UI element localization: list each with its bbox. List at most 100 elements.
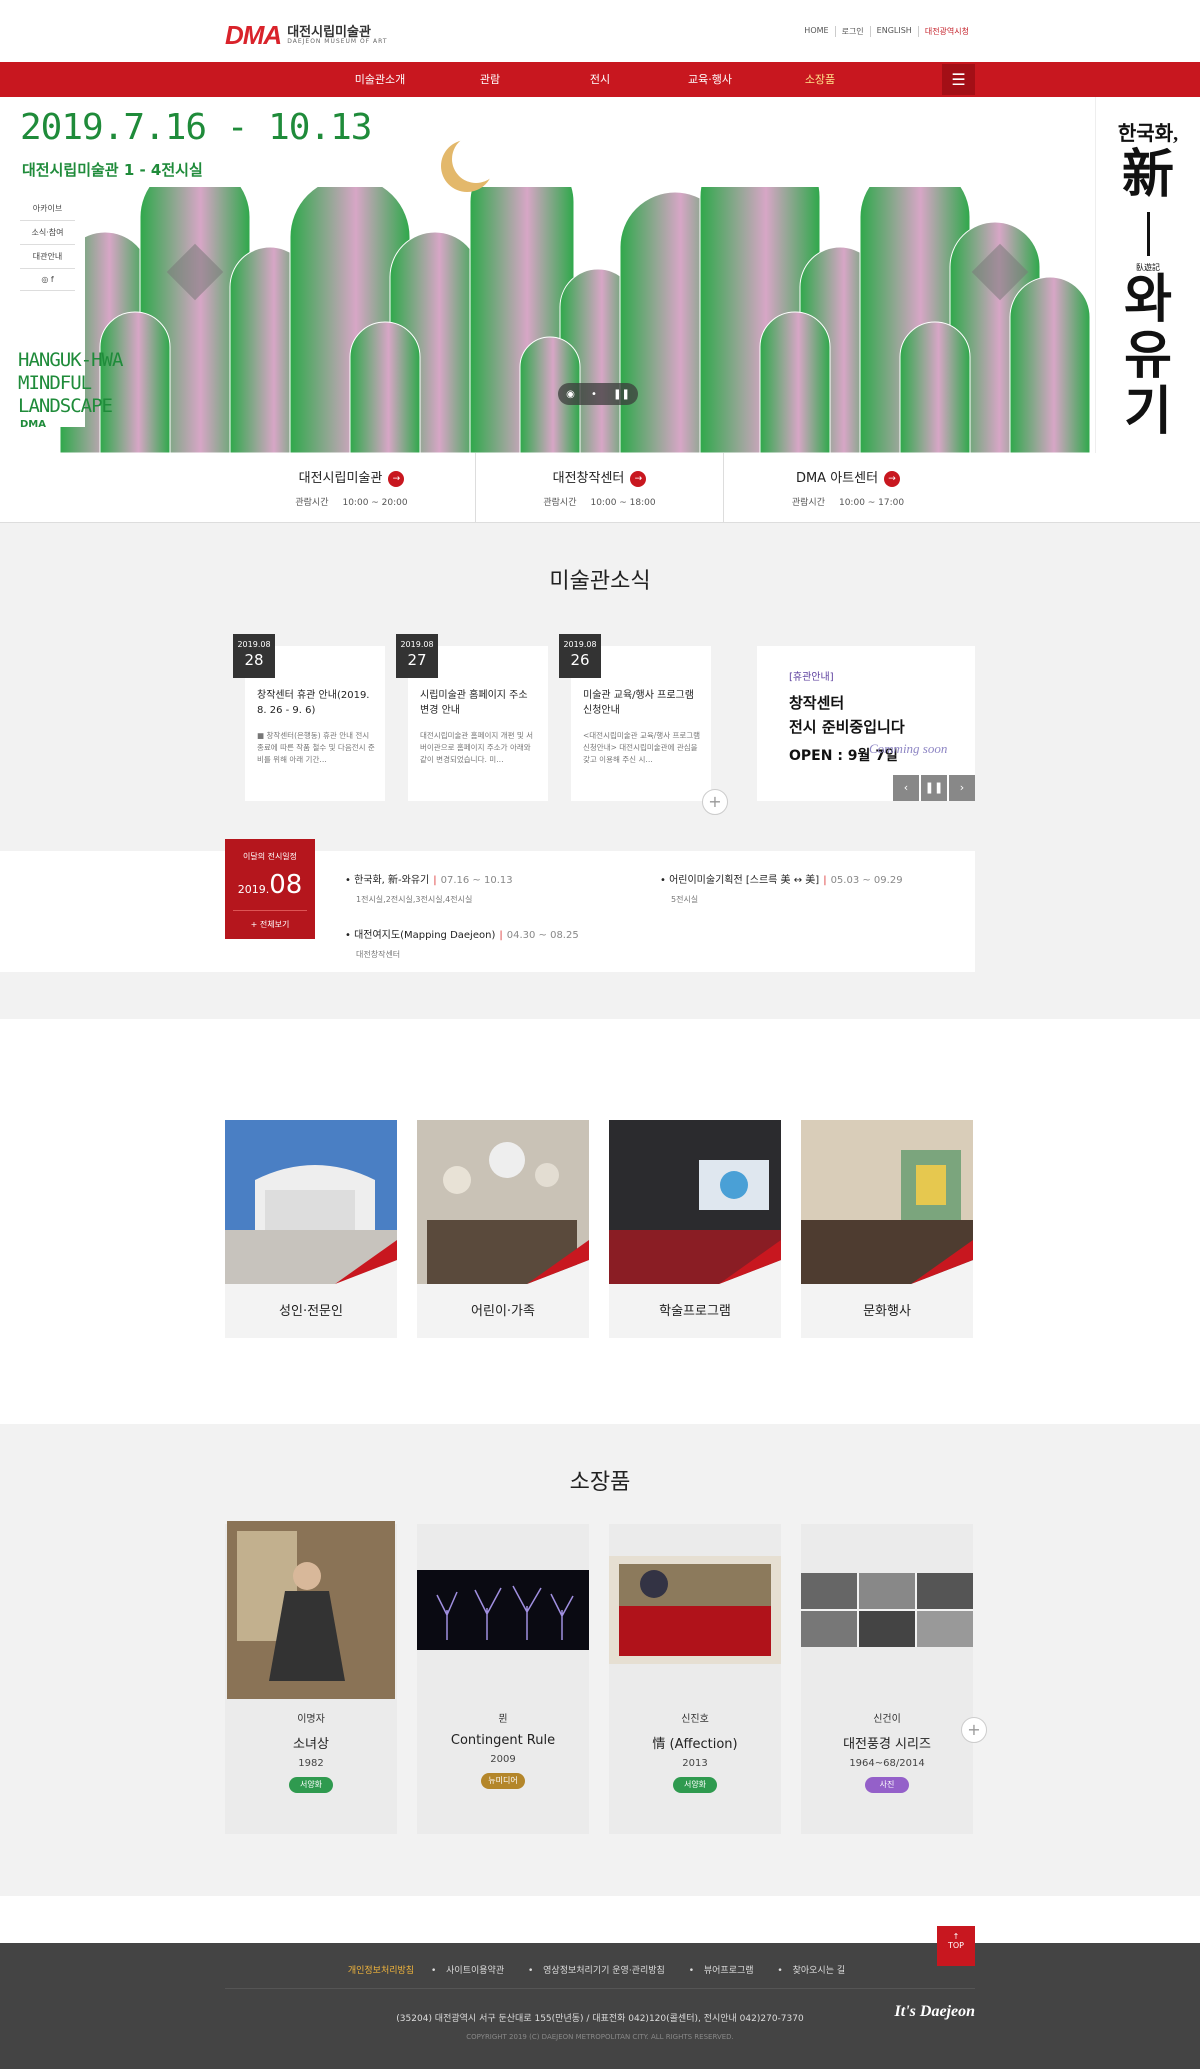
hero-date: 2019.7.16 - 10.13: [20, 107, 372, 148]
instagram-icon[interactable]: ◎: [41, 275, 48, 284]
news-card[interactable]: 2019.08 28 창작센터 휴관 안내(2019. 8. 26 - 9. 6)…: [233, 634, 385, 801]
program-label: 어린이·가족: [471, 1304, 535, 1319]
program-card[interactable]: 문화행사: [801, 1120, 973, 1338]
collection-year: 2009: [490, 1754, 516, 1765]
logo-mark: DMA: [225, 20, 282, 50]
hero-english-title: HANGUK-HWA MINDFUL LANDSCAPE: [18, 349, 123, 417]
footer-copyright: COPYRIGHT 2019 (C) DAEJEON METROPOLITAN …: [466, 2033, 734, 2041]
pause-icon[interactable]: ❚❚: [613, 389, 630, 400]
nav-item-collection[interactable]: 소장품: [765, 62, 875, 97]
collection-card[interactable]: 이명자 소녀상 1982 서양화: [225, 1521, 397, 1834]
scroll-top-button[interactable]: ↑ TOP: [937, 1926, 975, 1966]
collection-work-title: 대전풍경 시리즈: [843, 1737, 931, 1752]
util-home-link[interactable]: HOME: [798, 26, 834, 37]
program-label: 학술프로그램: [659, 1304, 731, 1319]
arrow-right-icon[interactable]: →: [884, 470, 901, 487]
pause-icon[interactable]: ❚❚: [921, 775, 947, 801]
hero-dma-mark: DMA: [20, 419, 46, 430]
chevron-right-icon[interactable]: ›: [949, 775, 975, 801]
news-date: 2019.08 27: [396, 634, 438, 678]
news-more-plus-icon[interactable]: +: [702, 789, 728, 815]
venue-museum[interactable]: 대전시립미술관 → 관람시간 10:00 ~ 20:00: [228, 453, 476, 522]
hero-place: 대전시립미술관 1 - 4전시실: [22, 161, 203, 179]
its-daejeon-logo: It's Daejeon: [894, 2003, 975, 2020]
venue-creation-center[interactable]: 대전창작센터 → 관람시간 10:00 ~ 18:00: [476, 453, 724, 522]
program-section: 성인·전문인 어린이·가족 학술프로그램 문화행사: [0, 1019, 1200, 1424]
footer-link-viewer[interactable]: • 뷰어프로그램: [689, 1966, 761, 1976]
artwork-image: [227, 1521, 395, 1699]
collection-artist: 뮌: [498, 1714, 508, 1725]
nav-item-education[interactable]: 교육·행사: [655, 62, 765, 97]
footer-address: (35204) 대전광역시 서구 둔산대로 155(만년동) / 대표전화 04…: [396, 2014, 804, 2024]
collection-work-title: 소녀상: [293, 1737, 329, 1752]
arrow-right-icon[interactable]: →: [388, 470, 405, 487]
hero-banner: 2019.7.16 - 10.13 대전시립미술관 1 - 4전시실 아카이브 …: [0, 97, 1200, 453]
collection-year: 1964~68/2014: [849, 1758, 925, 1769]
hero-hills-illustration: [59, 187, 1091, 453]
notice-script-text: Comming soon: [869, 741, 948, 756]
news-card-title: 미술관 교육/행사 프로그램 신청안내: [583, 690, 694, 716]
news-section: 미술관소식 2019.08 28 창작센터 휴관 안내(2019. 8. 26 -…: [0, 523, 1200, 1019]
collection-artist: 신건이: [873, 1714, 901, 1725]
program-card[interactable]: 성인·전문인: [225, 1120, 397, 1338]
collection-year: 2013: [682, 1758, 708, 1769]
footer-link-directions[interactable]: • 찾아오시는 길: [777, 1966, 852, 1976]
schedule-item[interactable]: • 어린이미술기획전 [스르륵 美 ↔ 美] | 05.03 ~ 09.29 5전시…: [660, 871, 903, 905]
collection-card[interactable]: 뮌 Contingent Rule 2009 뉴미디어: [417, 1524, 589, 1834]
collection-card[interactable]: 신건이 대전풍경 시리즈 1964~68/2014 사진: [801, 1524, 973, 1834]
program-label: 성인·전문인: [279, 1304, 343, 1319]
footer-link-cctv[interactable]: • 영상정보처리기기 운영·관리방침: [528, 1966, 672, 1976]
site-logo[interactable]: DMA 대전시립미술관 DAEJEON MUSEUM OF ART: [225, 20, 388, 51]
footer-link-privacy[interactable]: 개인정보처리방침: [348, 1966, 414, 1976]
chevron-left-icon[interactable]: ‹: [893, 775, 919, 801]
program-photo-museum: [225, 1120, 397, 1284]
program-card[interactable]: 어린이·가족: [417, 1120, 589, 1338]
hero-vertical-title: 한국화, 新 臥遊記 와 유 기: [1095, 97, 1200, 453]
collection-badge: 서양화: [673, 1777, 717, 1793]
main-nav: 미술관소개 관람 전시 교육·행사 소장품 ☰: [0, 62, 1200, 97]
venue-dma-art-center[interactable]: DMA 아트센터 → 관람시간 10:00 ~ 17:00: [724, 453, 972, 522]
slide-dot-active-icon[interactable]: ◉: [566, 389, 575, 400]
footer-link-terms[interactable]: • 사이트이용약관: [431, 1966, 511, 1976]
nav-item-about[interactable]: 미술관소개: [325, 62, 435, 97]
util-login-link[interactable]: 로그인: [834, 26, 870, 37]
facebook-icon[interactable]: f: [51, 275, 54, 284]
side-item-rental[interactable]: 대관안내: [20, 245, 75, 269]
collection-more-plus-icon[interactable]: +: [961, 1717, 987, 1743]
schedule-view-all-button[interactable]: + 전체보기: [233, 910, 307, 930]
collection-artist: 이명자: [297, 1714, 325, 1725]
util-english-link[interactable]: ENGLISH: [869, 26, 918, 37]
hamburger-icon[interactable]: ☰: [942, 64, 975, 95]
news-card[interactable]: 2019.08 27 시립미술관 홈페이지 주소 변경 안내 대전시립미술관 홈페…: [396, 634, 548, 801]
program-photo-seminar: [609, 1120, 781, 1284]
schedule-month-box: 이달의 전시일정 2019.08 + 전체보기: [225, 839, 315, 939]
moon-icon: [452, 135, 500, 183]
news-date: 2019.08 28: [233, 634, 275, 678]
news-card-title: 시립미술관 홈페이지 주소 변경 안내: [420, 690, 528, 716]
program-photo-event: [801, 1120, 973, 1284]
collection-year: 1982: [298, 1758, 324, 1769]
notice-heading: 창작센터 전시 준비중입니다: [789, 694, 905, 736]
nav-item-exhibition[interactable]: 전시: [545, 62, 655, 97]
artwork-image: [801, 1573, 973, 1647]
program-card[interactable]: 학술프로그램: [609, 1120, 781, 1338]
news-card[interactable]: 2019.08 26 미술관 교육/행사 프로그램 신청안내 <대전시립미술관 교…: [559, 634, 711, 801]
side-item-news[interactable]: 소식·참여: [20, 221, 75, 245]
program-photo-children: [417, 1120, 589, 1284]
collection-title: 소장품: [569, 1470, 631, 1495]
monthly-schedule: 이달의 전시일정 2019.08 + 전체보기 • 한국화, 新-와유기 | 07.…: [0, 839, 975, 972]
program-label: 문화행사: [863, 1304, 911, 1319]
arrow-right-icon[interactable]: →: [630, 470, 647, 487]
collection-work-title: 情 (Affection): [652, 1737, 738, 1752]
collection-card[interactable]: 신진호 情 (Affection) 2013 서양화: [609, 1524, 781, 1834]
collection-artist: 신진호: [681, 1714, 709, 1725]
nav-item-visit[interactable]: 관람: [435, 62, 545, 97]
schedule-item[interactable]: • 대전여지도(Mapping Daejeon) | 04.30 ~ 08.25 대…: [345, 926, 579, 960]
slide-dot-icon[interactable]: •: [591, 389, 597, 400]
util-cityhall-link[interactable]: 대전광역시청: [917, 26, 975, 37]
news-title: 미술관소식: [549, 569, 651, 594]
side-item-archive[interactable]: 아카이브: [20, 197, 75, 221]
notice-banner[interactable]: [휴관안내] 창작센터 전시 준비중입니다 OPEN : 9월 7일 Commi…: [757, 646, 975, 801]
collection-section: 소장품 이명자 소녀상 1982 서양화 뮌 Contingent Rule 2…: [0, 1424, 1200, 1896]
schedule-item[interactable]: • 한국화, 新-와유기 | 07.16 ~ 10.13 1전시실,2전시실,3전시…: [345, 871, 513, 905]
